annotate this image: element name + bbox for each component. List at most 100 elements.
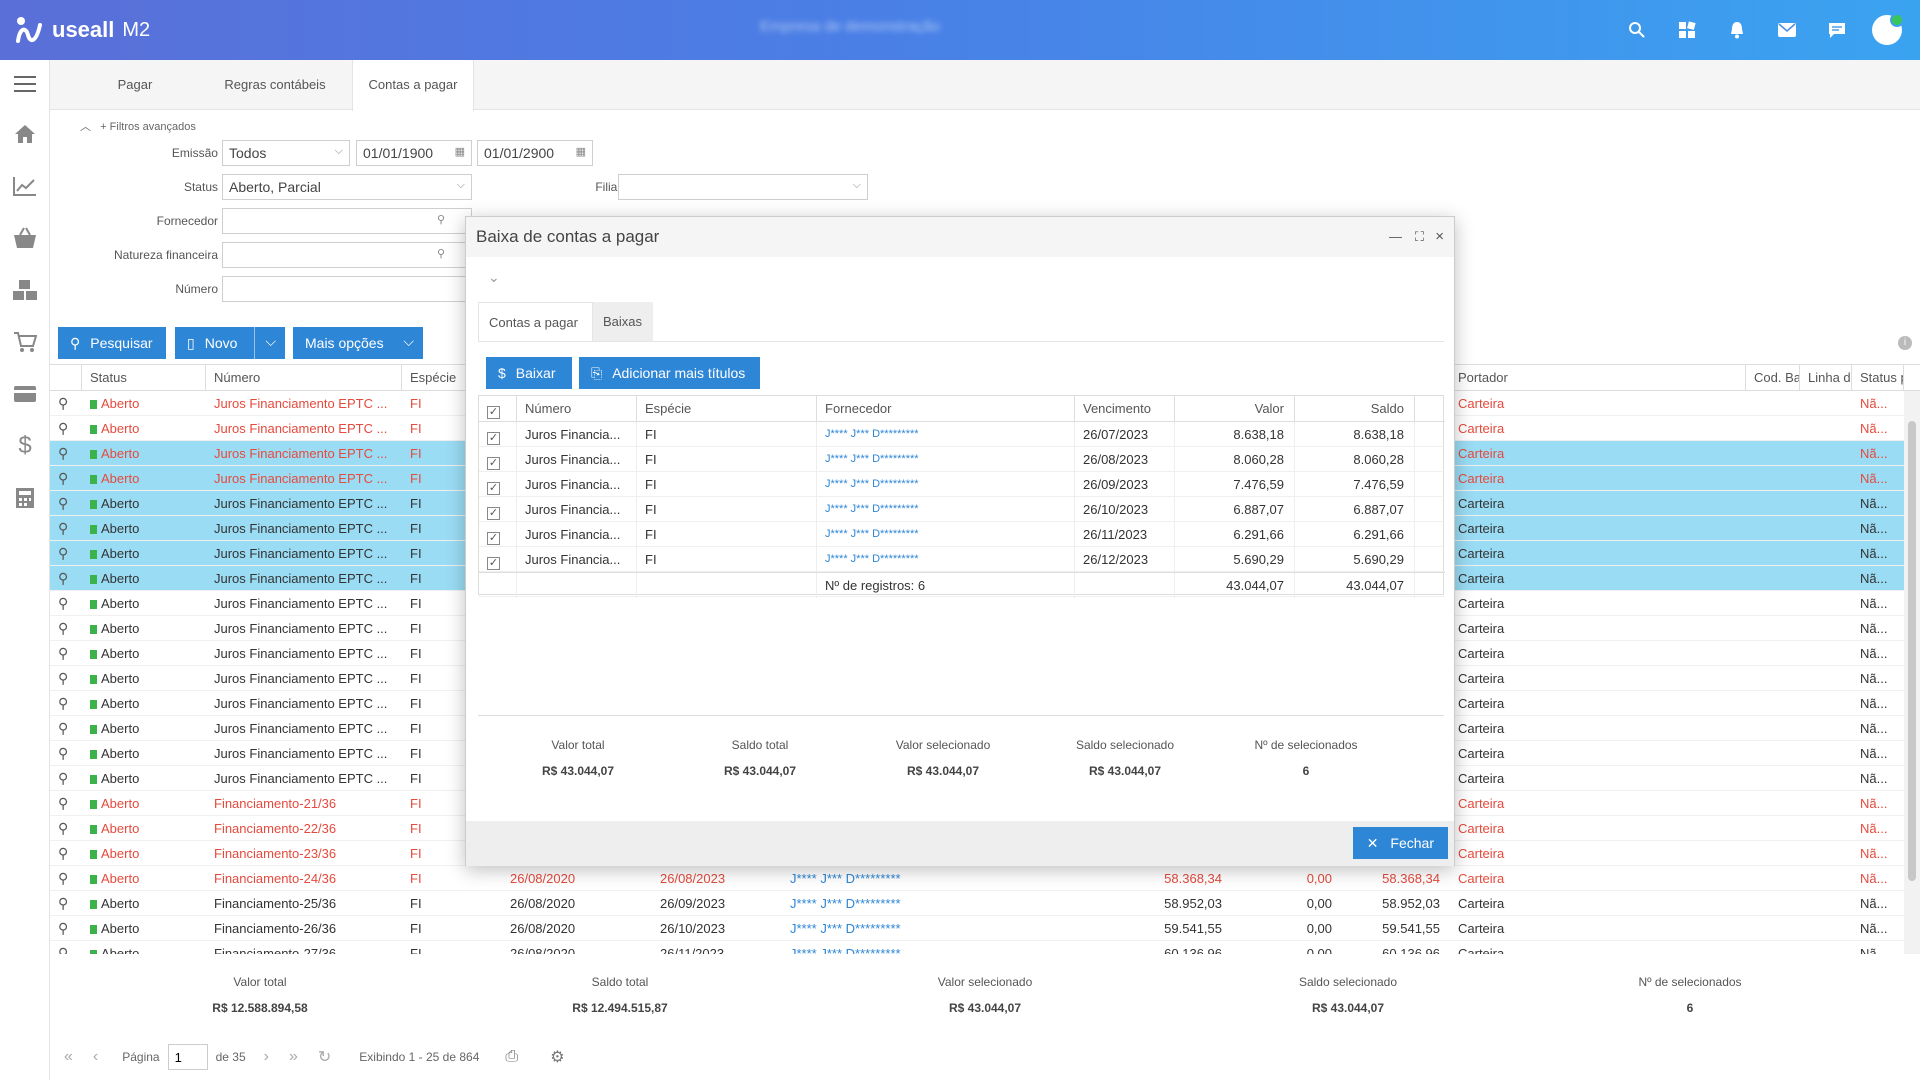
search-icon[interactable]: ⚲ [437, 247, 445, 260]
date-from-input[interactable]: 01/01/1900 ▦ [356, 140, 472, 166]
modal-tab-baixas[interactable]: Baixas [593, 302, 653, 342]
header-status-p[interactable]: Status p [1852, 365, 1904, 391]
calendar-icon[interactable]: ▦ [576, 145, 586, 158]
view-details-icon[interactable]: ⚲ [50, 716, 82, 741]
numero-input[interactable] [222, 276, 472, 302]
baixar-button[interactable]: $ Baixar [486, 357, 572, 389]
modal-table-row[interactable]: ✓ Juros Financia... FI J**** J*** D********… [479, 547, 1445, 572]
modal-table-row[interactable]: ✓ Juros Financia... FI J**** J*** D********… [479, 422, 1445, 447]
table-row[interactable]: ⚲ Aberto Financiamento-25/36 FI 26/08/2020 26… [50, 891, 1920, 916]
view-details-icon[interactable]: ⚲ [50, 891, 82, 916]
view-details-icon[interactable]: ⚲ [50, 516, 82, 541]
date-to-input[interactable]: 01/01/2900 ▦ [477, 140, 593, 166]
search-button[interactable]: ⚲ Pesquisar [58, 327, 166, 359]
modal-table-row[interactable]: ✓ Juros Financia... FI J**** J*** D********… [479, 497, 1445, 522]
emissao-select[interactable]: Todos ⌵ [222, 140, 350, 166]
chat-icon[interactable] [1812, 0, 1862, 60]
view-details-icon[interactable]: ⚲ [50, 491, 82, 516]
table-row[interactable]: ⚲ Aberto Financiamento-27/36 FI 26/08/2020 26… [50, 941, 1920, 954]
header-linha[interactable]: Linha d [1800, 365, 1852, 391]
mcell-forn[interactable]: J**** J*** D********* [817, 497, 1075, 522]
header-portador[interactable]: Portador [1450, 365, 1746, 391]
mheader-valor[interactable]: Valor [1175, 396, 1295, 422]
view-details-icon[interactable]: ⚲ [50, 916, 82, 941]
calculator-icon[interactable] [0, 472, 50, 524]
bell-icon[interactable] [1712, 0, 1762, 60]
view-details-icon[interactable]: ⚲ [50, 816, 82, 841]
basket-icon[interactable] [0, 212, 50, 264]
view-details-icon[interactable]: ⚲ [50, 841, 82, 866]
mheader-vencimento[interactable]: Vencimento [1075, 396, 1175, 422]
fechar-button[interactable]: ✕ Fechar [1352, 827, 1448, 859]
home-icon[interactable] [0, 108, 50, 160]
tab-regras-contabeis[interactable]: Regras contábeis [200, 60, 350, 110]
row-checkbox[interactable]: ✓ [479, 547, 517, 572]
new-button[interactable]: ▯ Novo ⌵ [175, 327, 285, 359]
view-details-icon[interactable]: ⚲ [50, 666, 82, 691]
boxes-icon[interactable] [0, 264, 50, 316]
view-details-icon[interactable]: ⚲ [50, 391, 82, 416]
more-options-button[interactable]: Mais opções ⌵ [293, 327, 423, 359]
tab-pagar[interactable]: Pagar [80, 60, 190, 110]
print-icon[interactable]: ⎙ [505, 1048, 518, 1066]
view-details-icon[interactable]: ⚲ [50, 691, 82, 716]
modal-table-row[interactable]: ✓ Juros Financia... FI J**** J*** D********… [479, 522, 1445, 547]
advanced-filters-toggle[interactable]: ︿ + Filtros avançados [80, 118, 196, 134]
row-checkbox[interactable]: ✓ [479, 522, 517, 547]
page-input[interactable] [167, 1044, 208, 1070]
mheader-numero[interactable]: Número [517, 396, 637, 422]
modal-tab-contas[interactable]: Contas a pagar [478, 302, 593, 342]
modal-table-row[interactable]: ✓ Juros Financia... FI J**** J*** D********… [479, 472, 1445, 497]
view-details-icon[interactable]: ⚲ [50, 466, 82, 491]
view-details-icon[interactable]: ⚲ [50, 791, 82, 816]
filial-select[interactable]: ⌵ [618, 174, 868, 200]
apps-icon[interactable] [1662, 0, 1712, 60]
tab-contas-a-pagar[interactable]: Contas a pagar [352, 60, 474, 111]
calendar-icon[interactable]: ▦ [455, 145, 465, 158]
header-codba[interactable]: Cod. Ba [1746, 365, 1800, 391]
mcell-forn[interactable]: J**** J*** D********* [817, 472, 1075, 497]
row-checkbox[interactable]: ✓ [479, 447, 517, 472]
view-details-icon[interactable]: ⚲ [50, 566, 82, 591]
view-details-icon[interactable]: ⚲ [50, 591, 82, 616]
row-checkbox[interactable]: ✓ [479, 497, 517, 522]
view-details-icon[interactable]: ⚲ [50, 866, 82, 891]
grid-scrollbar[interactable] [1904, 391, 1920, 954]
mheader-fornecedor[interactable]: Fornecedor [817, 396, 1075, 422]
row-checkbox[interactable]: ✓ [479, 422, 517, 447]
settings-icon[interactable]: ⚙ [550, 1047, 564, 1067]
view-details-icon[interactable]: ⚲ [50, 441, 82, 466]
view-details-icon[interactable]: ⚲ [50, 741, 82, 766]
chevron-down-icon[interactable]: ⌄ [488, 269, 500, 286]
chevron-down-icon[interactable]: ⌵ [265, 333, 276, 350]
search-icon[interactable]: ⚲ [437, 213, 445, 226]
view-details-icon[interactable]: ⚲ [50, 616, 82, 641]
chart-icon[interactable] [0, 160, 50, 212]
cart-icon[interactable] [0, 316, 50, 368]
user-avatar[interactable] [1872, 13, 1904, 45]
mcell-forn[interactable]: J**** J*** D********* [817, 547, 1075, 572]
mail-icon[interactable] [1762, 0, 1812, 60]
prev-page-icon[interactable]: ‹ [93, 1048, 98, 1066]
row-checkbox[interactable]: ✓ [479, 472, 517, 497]
menu-icon[interactable] [0, 60, 50, 108]
minimize-icon[interactable]: — [1389, 217, 1402, 257]
view-details-icon[interactable]: ⚲ [50, 416, 82, 441]
header-status[interactable]: Status [82, 365, 206, 391]
company-name[interactable]: Empresa de demonstração [760, 18, 1060, 40]
table-row[interactable]: ⚲ Aberto Financiamento-26/36 FI 26/08/2020 26… [50, 916, 1920, 941]
natureza-input[interactable]: ⚲ [222, 242, 472, 268]
card-icon[interactable] [0, 368, 50, 420]
logo[interactable]: useall M2 [14, 15, 150, 45]
mcell-forn[interactable]: J**** J*** D********* [817, 422, 1075, 447]
mheader-saldo[interactable]: Saldo [1295, 396, 1415, 422]
add-titles-button[interactable]: ⎘ Adicionar mais títulos [579, 357, 760, 389]
view-details-icon[interactable]: ⚲ [50, 641, 82, 666]
refresh-icon[interactable]: ↻ [318, 1047, 331, 1067]
first-page-icon[interactable]: « [64, 1048, 73, 1066]
maximize-icon[interactable]: ⛶ [1415, 217, 1424, 257]
view-details-icon[interactable]: ⚲ [50, 941, 82, 954]
dollar-icon[interactable]: $ [0, 420, 50, 472]
search-icon[interactable] [1612, 0, 1662, 60]
scrollbar-thumb[interactable] [1908, 421, 1916, 881]
